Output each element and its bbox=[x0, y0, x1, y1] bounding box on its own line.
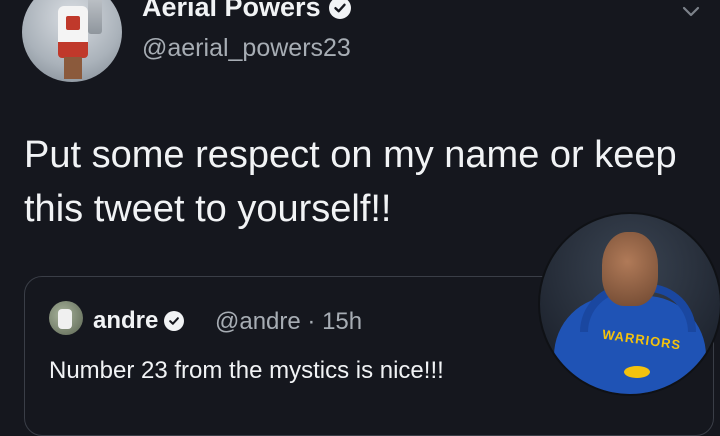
quoted-avatar-figure bbox=[58, 309, 72, 329]
avatar-trophy bbox=[88, 0, 102, 34]
player-head bbox=[602, 232, 658, 306]
verified-badge-icon bbox=[328, 0, 351, 19]
quoted-author-name[interactable]: andre bbox=[93, 307, 185, 335]
avatar-figure-legs bbox=[64, 57, 82, 79]
quoted-verified-badge-icon bbox=[164, 311, 185, 331]
author-avatar[interactable] bbox=[22, 0, 122, 82]
author-handle[interactable]: @aerial_powers23 bbox=[142, 34, 351, 63]
author-name-text[interactable]: Aerial Powers bbox=[142, 0, 321, 23]
quoted-author-avatar[interactable] bbox=[49, 301, 83, 335]
author-name[interactable]: Aerial Powers bbox=[142, 0, 351, 23]
avatar-figure-number bbox=[66, 16, 80, 30]
quoted-handle-time[interactable]: @andre · 15h bbox=[215, 308, 362, 336]
tweet-card: Aerial Powers @aerial_powers23 Put some … bbox=[0, 0, 720, 436]
tweet-text-line-1: Put some respect on my name or keep bbox=[24, 134, 677, 176]
brand-logo-icon bbox=[624, 366, 650, 378]
overlay-player-photo: WARRIORS bbox=[538, 212, 720, 396]
avatar-figure-shorts bbox=[58, 42, 88, 58]
tweet-text-line-2: this tweet to yourself!! bbox=[24, 188, 392, 230]
chevron-down-icon[interactable] bbox=[682, 6, 700, 18]
quoted-tweet-text: Number 23 from the mystics is nice!!! bbox=[49, 357, 444, 384]
quoted-author-name-text[interactable]: andre bbox=[93, 307, 158, 335]
